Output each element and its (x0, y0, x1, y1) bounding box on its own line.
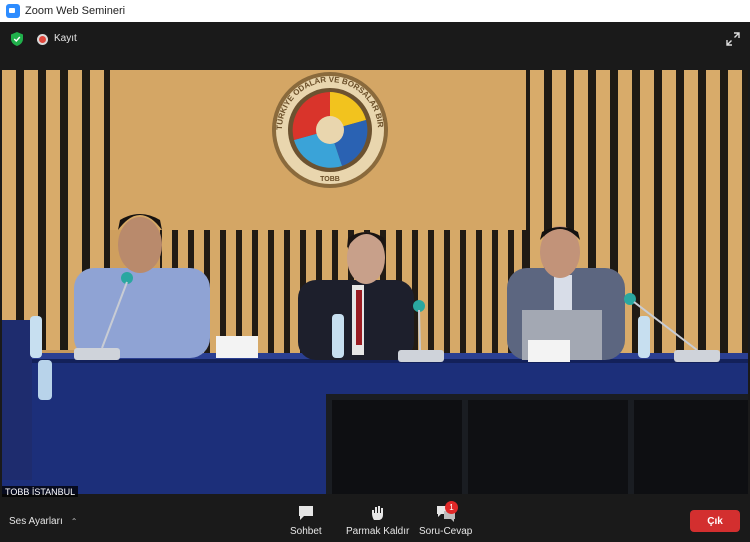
chevron-up-icon[interactable]: ⌃ (71, 517, 78, 526)
leave-button[interactable]: Çık (690, 510, 740, 532)
video-feed: TÜRKİYE ODALAR VE BORSALAR BİRLİĞİTOBB (2, 70, 748, 494)
video-scene: TÜRKİYE ODALAR VE BORSALAR BİRLİĞİTOBB (2, 70, 748, 494)
window-title: Zoom Web Semineri (25, 5, 126, 17)
chat-button[interactable]: Sohbet (290, 504, 322, 537)
raise-hand-button[interactable]: Parmak Kaldır (346, 504, 409, 537)
hand-icon (371, 506, 383, 520)
recording-icon (37, 34, 48, 45)
zoom-logo-icon (6, 4, 20, 18)
meeting-controls: Ses Ayarları ⌃ Sohbet Parmak Kaldır 1 So… (0, 497, 750, 542)
raise-hand-label: Parmak Kaldır (346, 526, 410, 537)
window-titlebar: Zoom Web Semineri (0, 0, 750, 22)
qa-label: Soru-Cevap (419, 526, 473, 537)
security-shield-icon[interactable] (11, 32, 23, 46)
emblem-short-text: TOBB (320, 176, 340, 183)
qa-notification-badge: 1 (445, 501, 458, 514)
recording-label[interactable]: Kayıt (54, 33, 77, 44)
chat-label: Sohbet (290, 526, 322, 537)
meeting-topbar: Kayıt (0, 22, 750, 70)
chat-icon (298, 506, 313, 520)
audio-settings-button[interactable]: Ses Ayarları ⌃ (9, 516, 77, 527)
fullscreen-icon[interactable] (726, 32, 740, 46)
qa-button[interactable]: 1 Soru-Cevap (419, 501, 473, 537)
audio-settings-label: Ses Ayarları (9, 516, 63, 527)
